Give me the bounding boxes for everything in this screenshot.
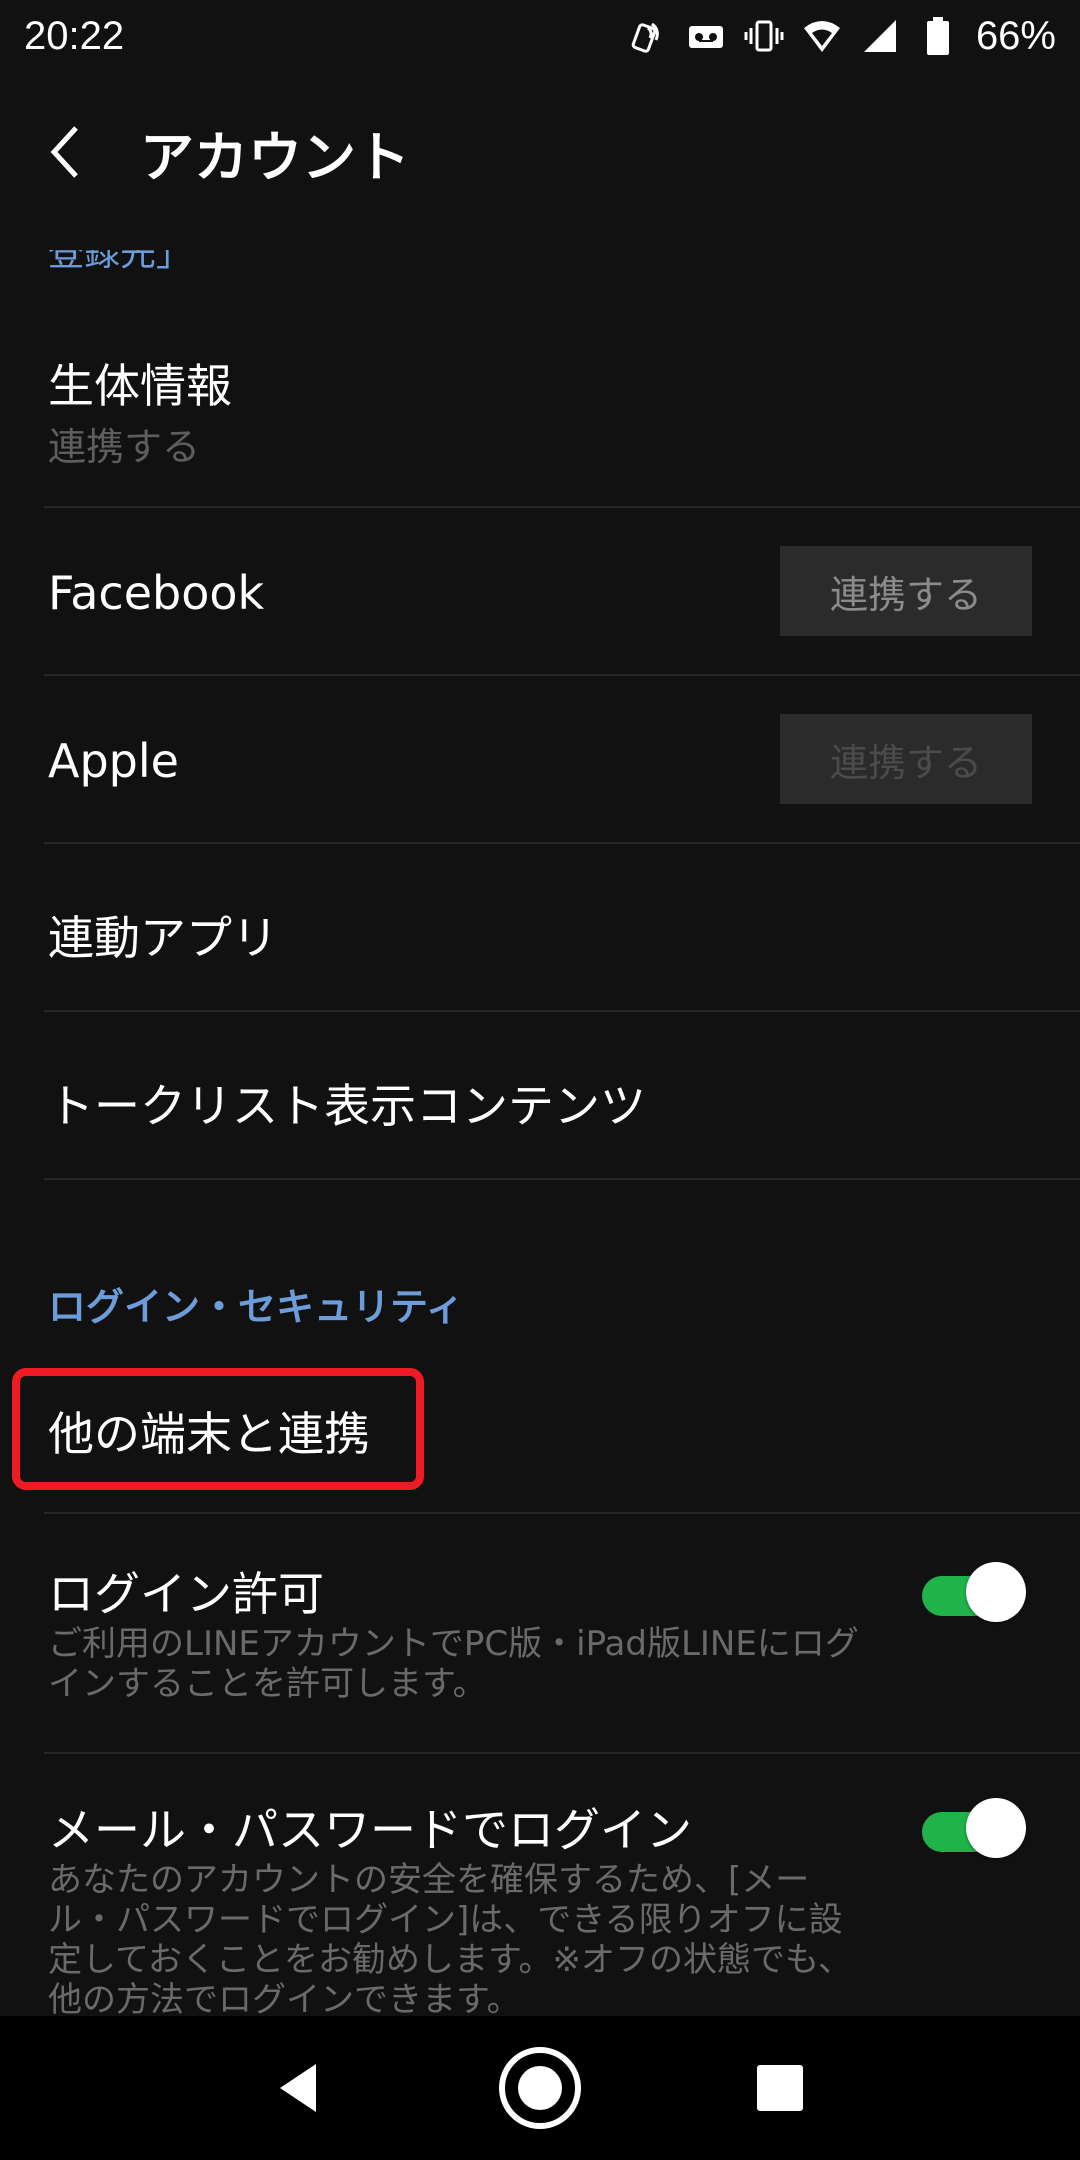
row-title: Apple: [48, 734, 179, 788]
row-talklist-content[interactable]: トークリスト表示コンテンツ: [44, 1014, 1080, 1180]
screen: 20:22 66% アカウント 登録先」 生体情報 連携する Facebook …: [0, 0, 1080, 2160]
cut-off-link[interactable]: 登録先」: [48, 250, 192, 276]
nav-back-icon: [280, 2064, 316, 2112]
toggle-knob: [966, 1798, 1026, 1858]
login-permission-toggle[interactable]: [922, 1562, 1026, 1622]
row-title: ログイン許可: [48, 1567, 324, 1621]
row-biometrics[interactable]: 生体情報 連携する: [44, 304, 1080, 508]
status-time: 20:22: [24, 13, 125, 58]
email-login-toggle[interactable]: [922, 1798, 1026, 1858]
battery-percentage: 66%: [975, 13, 1056, 58]
status-bar: 20:22 66%: [0, 0, 1080, 72]
row-title: Facebook: [48, 566, 265, 620]
row-apple: Apple 連携する: [44, 678, 1080, 844]
chevron-left-icon: [50, 126, 78, 178]
cell-signal-icon: [860, 16, 900, 56]
row-title: 連動アプリ: [48, 911, 278, 965]
app-header: アカウント: [0, 100, 1080, 204]
page-title: アカウント: [140, 125, 410, 189]
status-icons: 66%: [628, 14, 1056, 59]
nfc-icon: [628, 16, 668, 56]
row-title: トークリスト表示コンテンツ: [48, 1079, 646, 1133]
highlight-box: [12, 1368, 424, 1490]
row-subtitle: 連携する: [48, 425, 201, 469]
battery-icon: [918, 16, 958, 56]
row-title: 生体情報: [48, 359, 232, 413]
vibrate-icon: [744, 16, 784, 56]
facebook-link-button[interactable]: 連携する: [780, 546, 1032, 636]
nav-home-button[interactable]: [490, 2038, 590, 2138]
voicemail-icon: [686, 16, 726, 56]
row-login-permission[interactable]: ログイン許可 ご利用のLINEアカウントでPC版・iPad版LINEにログインす…: [44, 1516, 1080, 1754]
row-description: ご利用のLINEアカウントでPC版・iPad版LINEにログインすることを許可し…: [48, 1624, 859, 1704]
nav-recents-icon: [757, 2065, 803, 2111]
nav-back-button[interactable]: [250, 2038, 350, 2138]
row-title: メール・パスワードでログイン: [48, 1803, 692, 1857]
navigation-bar: [0, 2016, 1080, 2160]
row-email-password-login[interactable]: メール・パスワードでログイン あなたのアカウントの安全を確保するため、[メール・…: [44, 1756, 1080, 2016]
row-linked-apps[interactable]: 連動アプリ: [44, 846, 1080, 1012]
wifi-icon: [802, 16, 842, 56]
apple-link-button[interactable]: 連携する: [780, 714, 1032, 804]
row-description: あなたのアカウントの安全を確保するため、[メール・パスワードでログイン]は、でき…: [48, 1860, 853, 2016]
toggle-knob: [966, 1562, 1026, 1622]
settings-list[interactable]: 登録先」 生体情報 連携する Facebook 連携する Apple 連携する …: [0, 204, 1080, 2016]
nav-home-icon: [499, 2047, 581, 2129]
row-facebook: Facebook 連携する: [44, 510, 1080, 676]
nav-recents-button[interactable]: [730, 2038, 830, 2138]
section-header-login-security: ログイン・セキュリティ: [48, 1285, 464, 1329]
back-button[interactable]: [40, 100, 140, 204]
